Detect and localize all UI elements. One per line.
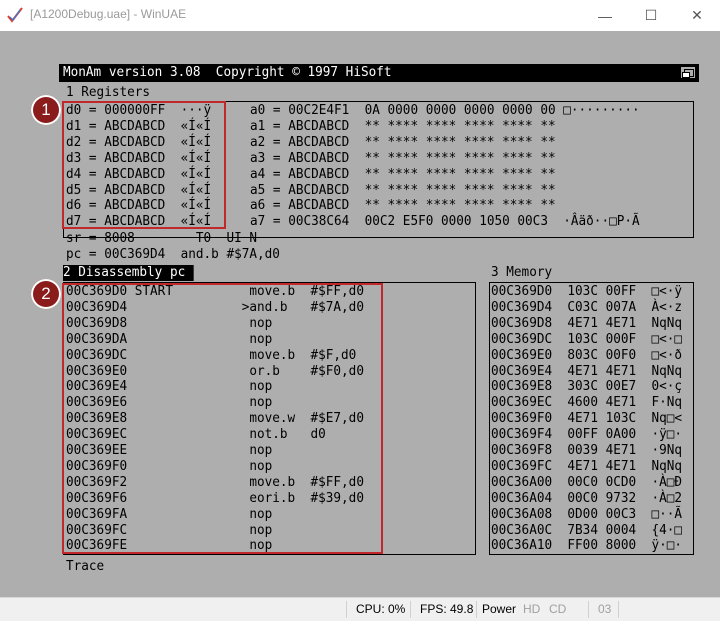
memory-line: 00C369D8 4E71 4E71 NqNq xyxy=(491,314,683,331)
monam-title-bar: MonAm version 3.08 Copyright © 1997 HiSo… xyxy=(59,64,699,82)
close-icon: ✕ xyxy=(691,7,703,23)
memory-line: 00C369F4 00FF 0A00 ·ÿ□· xyxy=(491,426,683,443)
address-register-line: a3 = ABCDABCD ** **** **** **** **** ** xyxy=(250,149,556,166)
memory-line: 00C369EC 4600 4E71 F·Nq xyxy=(491,394,683,411)
marker-2: 2 xyxy=(31,279,61,309)
depth-gadget-icon[interactable] xyxy=(680,66,696,79)
address-register-line: a2 = ABCDABCD ** **** **** **** **** ** xyxy=(250,133,556,150)
close-button[interactable]: ✕ xyxy=(674,0,720,31)
memory-line: 00C369F8 0039 4E71 ·9Nq xyxy=(491,442,683,458)
minimize-icon: — xyxy=(598,7,612,24)
address-register-line: a7 = 00C38C64 00C2 E5F0 0000 1050 00C3 ·… xyxy=(250,213,640,230)
memory-line: 00C369E0 803C 00F0 □<·ð xyxy=(491,346,683,363)
memory-line: 00C36A08 0D00 00C3 □··Ã xyxy=(491,505,683,522)
memory-line: 00C36A0C 7B34 0004 {4·□ xyxy=(491,521,683,538)
memory-line: 00C36A10 FF00 8000 ÿ·□· xyxy=(491,537,683,554)
highlight-disassembly xyxy=(62,283,383,554)
memory-line: 00C369E4 4E71 4E71 NqNq xyxy=(491,362,683,379)
memory-label: 3 Memory xyxy=(491,264,553,280)
address-register-line: a4 = ABCDABCD ** **** **** **** **** ** xyxy=(250,165,556,182)
sr-line: sr = 8008 T0 UI N xyxy=(66,230,258,246)
drive-status[interactable]: 03 xyxy=(598,598,611,621)
memory-line: 00C369E8 303C 00E7 0<·ç xyxy=(491,378,683,395)
memory-line: 00C36A04 00C0 9732 ·À□2 xyxy=(491,489,683,506)
monam-header: MonAm version 3.08 Copyright © 1997 HiSo… xyxy=(63,64,392,80)
status-bar: CPU: 0% FPS: 49.8 Power HD CD 03 xyxy=(0,597,720,621)
disassembly-label: 2 Disassembly pc xyxy=(63,264,194,281)
cd-led[interactable]: CD xyxy=(549,598,566,621)
registers-label: 1 Registers xyxy=(66,84,151,100)
pc-line: pc = 00C369D4 and.b #$7A,d0 xyxy=(66,246,280,262)
window-title: [A1200Debug.uae] - WinUAE xyxy=(30,7,187,21)
memory-line: 00C369DC 103C 000F □<·□ xyxy=(491,330,683,347)
memory-line: 00C369FC 4E71 4E71 NqNq xyxy=(491,457,683,474)
memory-line: 00C369D0 103C 00FF □<·ÿ xyxy=(491,283,683,299)
memory-line: 00C369F0 4E71 103C Nq□< xyxy=(491,410,683,427)
hd-led[interactable]: HD xyxy=(523,598,540,621)
winuae-app-icon xyxy=(7,7,23,23)
power-led[interactable]: Power xyxy=(482,598,516,621)
memory-line: 00C369D4 C03C 007A À<·z xyxy=(491,298,683,315)
title-bar: [A1200Debug.uae] - WinUAE — ☐ ✕ xyxy=(0,0,720,31)
maximize-button[interactable]: ☐ xyxy=(628,0,674,31)
address-register-line: a0 = 00C2E4F1 0A 0000 0000 0000 0000 00 … xyxy=(250,102,640,118)
address-register-line: a1 = ABCDABCD ** **** **** **** **** ** xyxy=(250,117,556,134)
emulator-screen[interactable]: MonAm version 3.08 Copyright © 1997 HiSo… xyxy=(0,31,720,597)
cpu-status: CPU: 0% xyxy=(356,602,406,616)
highlight-data-registers xyxy=(62,101,226,229)
marker-1: 1 xyxy=(31,95,61,125)
fps-status: FPS: 49.8 xyxy=(420,602,474,616)
memory-line: 00C36A00 00C0 0CD0 ·À□Ð xyxy=(491,473,683,490)
maximize-icon: ☐ xyxy=(644,7,658,23)
minimize-button[interactable]: — xyxy=(582,0,628,31)
address-register-line: a5 = ABCDABCD ** **** **** **** **** ** xyxy=(250,181,556,198)
trace-label: Trace xyxy=(66,558,105,574)
address-register-line: a6 = ABCDABCD ** **** **** **** **** ** xyxy=(250,197,556,214)
